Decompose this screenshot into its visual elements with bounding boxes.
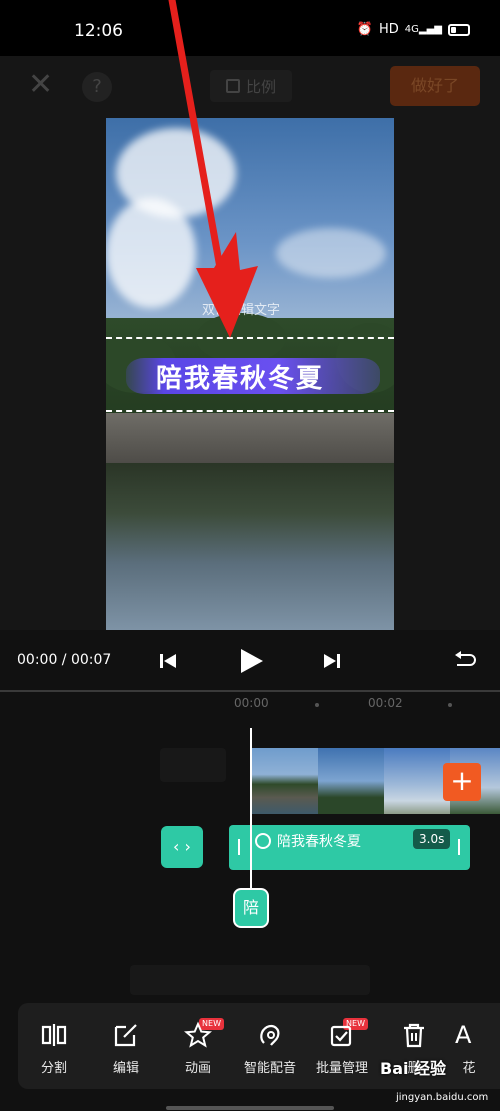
timecode: 00:00 / 00:07 xyxy=(17,652,112,668)
tool-label: 分割 xyxy=(40,1061,67,1076)
ghost-track xyxy=(130,965,370,995)
star-icon xyxy=(184,1021,212,1048)
playhead[interactable] xyxy=(250,728,252,890)
edit-icon xyxy=(114,1024,137,1047)
home-indicator xyxy=(166,1106,334,1110)
delete-icon xyxy=(404,1023,424,1048)
text-clip-label: 陪我春秋冬夏 xyxy=(277,834,361,850)
tool-label: 花 xyxy=(462,1061,476,1076)
video-wall xyxy=(106,413,394,463)
tool-label: 批量管理 xyxy=(315,1061,368,1076)
split-icon xyxy=(41,1024,67,1046)
ruler-dot xyxy=(315,703,319,707)
tool-fancy-text[interactable]: A 花 xyxy=(450,1003,488,1089)
playback-bar: 00:00 / 00:07 xyxy=(0,630,500,690)
progress-track[interactable] xyxy=(0,690,500,692)
text-box-bottom-border xyxy=(106,410,394,412)
tool-smart-voice[interactable]: 智能配音 xyxy=(234,1003,306,1089)
voice-icon xyxy=(260,1025,280,1046)
video-thumbnail[interactable] xyxy=(384,748,450,814)
tool-edit[interactable]: 编辑 xyxy=(90,1003,162,1089)
tool-batch-manage[interactable]: NEW 批量管理 xyxy=(306,1003,378,1089)
ghost-cover-button xyxy=(160,748,226,782)
add-clip-button[interactable]: + xyxy=(443,763,481,801)
watermark-url: jingyan.baidu.com xyxy=(396,1092,489,1103)
playhead-text-tag: 陪 xyxy=(233,888,269,928)
play-icon[interactable] xyxy=(238,648,264,674)
watermark-logo: Bai 经验 xyxy=(380,1059,447,1078)
ruler-mark: 00:02 xyxy=(368,696,403,710)
red-arrow-annotation xyxy=(168,0,258,338)
caption-text[interactable]: 陪我春秋冬夏 xyxy=(156,358,324,395)
next-frame-icon[interactable] xyxy=(323,652,341,670)
previous-frame-icon[interactable] xyxy=(159,652,177,670)
text-clip-duration: 3.0s xyxy=(413,829,451,849)
expand-arrows-icon: ‹ › xyxy=(173,837,191,856)
tool-animation[interactable]: NEW 动画 xyxy=(162,1003,234,1089)
tool-split[interactable]: 分割 xyxy=(18,1003,90,1089)
ruler-mark: 00:00 xyxy=(234,696,269,710)
batch-icon xyxy=(330,1025,352,1047)
video-thumbnail[interactable] xyxy=(318,748,384,814)
tool-label: 编辑 xyxy=(112,1061,139,1076)
undo-icon[interactable] xyxy=(454,650,476,670)
video-water xyxy=(106,463,394,630)
clip-right-handle[interactable] xyxy=(458,839,460,855)
text-icon xyxy=(255,833,271,849)
video-thumbnail[interactable] xyxy=(252,748,318,814)
tool-label: 动画 xyxy=(184,1061,211,1076)
tool-label: 智能配音 xyxy=(243,1061,296,1076)
fancy-text-icon: A xyxy=(455,1021,472,1049)
text-clip[interactable]: 陪我春秋冬夏 3.0s xyxy=(229,825,470,870)
ruler-dot xyxy=(448,703,452,707)
expand-track-button[interactable]: ‹ › xyxy=(161,826,203,868)
clip-left-handle[interactable] xyxy=(238,839,240,855)
